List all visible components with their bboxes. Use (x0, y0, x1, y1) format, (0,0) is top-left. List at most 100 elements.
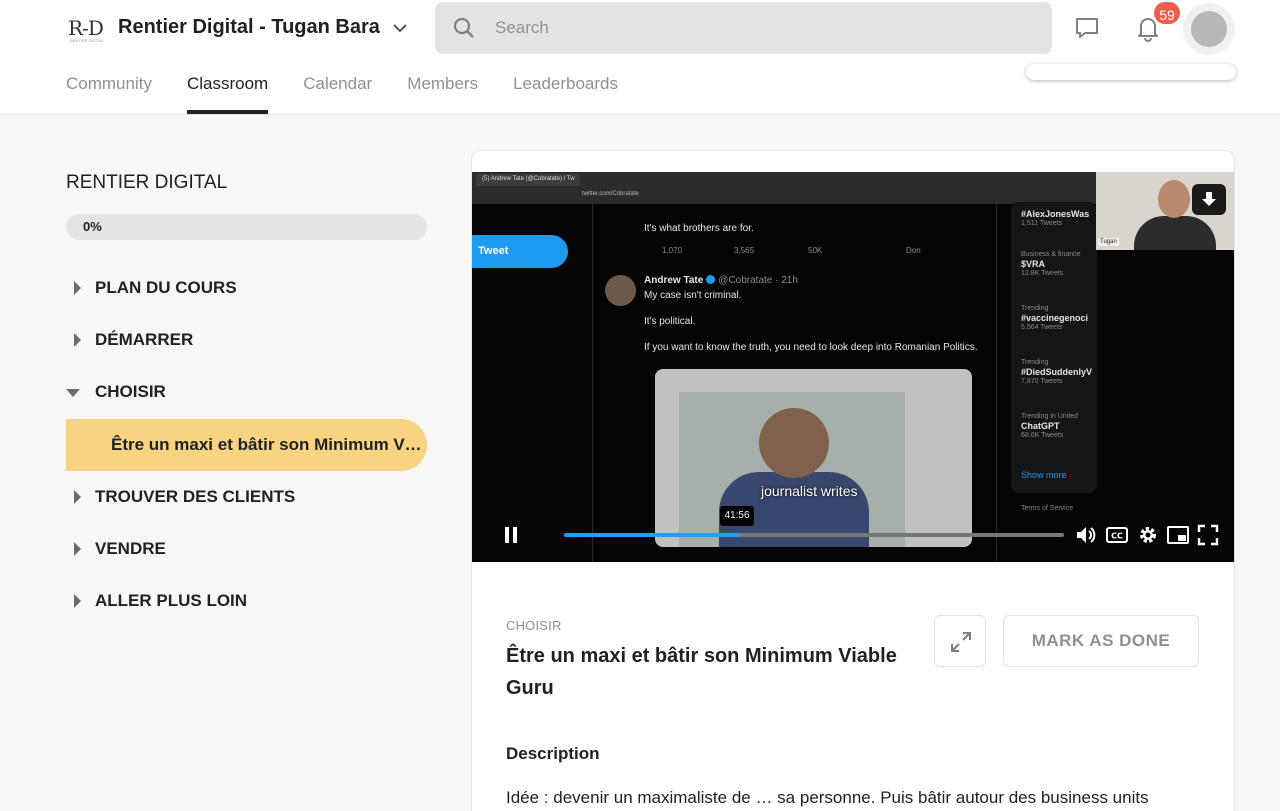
module-vendre[interactable]: VENDRE (66, 529, 427, 569)
trend-category: Business & finance (1021, 251, 1081, 258)
tweet-line: My case isn't criminal. (644, 290, 742, 301)
embedded-person-head (759, 408, 829, 478)
chevron-down-icon[interactable] (390, 18, 410, 38)
search-icon (453, 17, 474, 38)
tweet-line: It's political. (644, 316, 696, 327)
module-label: CHOISIR (95, 382, 166, 401)
trend-count: 7,870 Tweets (1021, 378, 1063, 385)
video-tweet-button: Tweet (472, 235, 568, 268)
caret-right-icon (74, 594, 81, 608)
trends-show-more: Show more (1021, 470, 1067, 480)
caret-right-icon (74, 333, 81, 347)
prev-tweet-replies: 1,070 (662, 246, 683, 255)
group-name[interactable]: Rentier Digital - Tugan Bara (118, 16, 380, 39)
tab-calendar[interactable]: Calendar (303, 62, 372, 114)
search-bar[interactable] (435, 2, 1052, 54)
feed-divider (592, 204, 593, 562)
module-demarrer[interactable]: DÉMARRER (66, 320, 427, 360)
tweet-author-name: Andrew Tate (644, 275, 704, 286)
picture-in-picture-icon[interactable] (1166, 523, 1190, 547)
module-trouver-des-clients[interactable]: TROUVER DES CLIENTS (66, 477, 427, 517)
video-browser-url: twitter.com/Cobratate (582, 191, 639, 197)
trend-tag: #vaccinegenoci (1021, 313, 1089, 323)
prev-tweet-text: It's what brothers are for. (644, 223, 754, 234)
search-input[interactable] (495, 12, 1035, 44)
webcam-person-body (1134, 216, 1216, 250)
terms-link: Terms of Service (1021, 505, 1074, 512)
course-progress-bar: 0% (66, 214, 427, 240)
video-subtitle: journalist writes (761, 483, 858, 499)
svg-text:CC: CC (1111, 532, 1123, 541)
avatar-tooltip (1026, 64, 1236, 80)
trend-count: 5,564 Tweets (1021, 324, 1063, 331)
tab-members[interactable]: Members (407, 62, 478, 114)
tab-leaderboards[interactable]: Leaderboards (513, 62, 618, 114)
volume-icon[interactable] (1074, 523, 1098, 547)
lesson-item-active[interactable]: Être un maxi et bâtir son Minimum Viable… (66, 419, 427, 471)
expand-icon (951, 632, 971, 652)
trend-item: #AlexJonesWas 1,511 Tweets (1021, 208, 1089, 227)
logo-text: R-D (68, 16, 104, 40)
trend-item: Trending #vaccinegenoci 5,564 Tweets (1021, 305, 1088, 331)
lesson-label: Être un maxi et bâtir son Minimum Viable… (111, 435, 423, 454)
mark-as-done-button[interactable]: MARK AS DONE (1003, 615, 1199, 667)
trend-tag: ChatGPT (1021, 421, 1060, 431)
caret-right-icon (74, 490, 81, 504)
prev-tweet-donate: Don (906, 246, 921, 255)
download-icon (1202, 192, 1216, 206)
video-player[interactable]: (5) Andrew Tate (@Cobratate) / Tw twitte… (472, 172, 1234, 562)
video-browser-bar: (5) Andrew Tate (@Cobratate) / Tw twitte… (472, 172, 1096, 204)
module-plan-du-cours[interactable]: PLAN DU COURS (66, 268, 427, 308)
tweet-author-avatar (605, 275, 636, 306)
settings-gear-icon[interactable] (1136, 523, 1160, 547)
top-header: R-D RENTIER DIGITAL Rentier Digital - Tu… (0, 0, 1280, 115)
trend-count: 1,511 Tweets (1021, 220, 1062, 227)
webcam-person-head (1158, 180, 1190, 218)
trend-category: Trending (1021, 359, 1049, 366)
prev-tweet-retweets: 3,565 (734, 246, 755, 255)
tweet-handle: @Cobratate · 21h (718, 275, 798, 286)
module-label: TROUVER DES CLIENTS (95, 487, 296, 506)
fullscreen-icon[interactable] (1196, 523, 1220, 547)
feed-divider (996, 204, 997, 562)
captions-icon[interactable]: CC (1105, 523, 1129, 547)
course-title: RENTIER DIGITAL (66, 172, 228, 193)
tab-classroom[interactable]: Classroom (186, 62, 269, 114)
caret-right-icon (74, 542, 81, 556)
video-browser-tab: (5) Andrew Tate (@Cobratate) / Tw (476, 174, 580, 186)
module-label: ALLER PLUS LOIN (95, 591, 248, 610)
tab-community[interactable]: Community (66, 62, 152, 114)
trends-panel: #AlexJonesWas 1,511 Tweets Business & fi… (1011, 202, 1097, 493)
expand-button[interactable] (934, 615, 986, 667)
module-aller-plus-loin[interactable]: ALLER PLUS LOIN (66, 581, 427, 621)
tweet-line: If you want to know the truth, you need … (644, 342, 978, 353)
verified-icon (706, 275, 716, 284)
pause-icon[interactable] (499, 523, 523, 547)
webcam-name: Tugan (1098, 238, 1119, 246)
trend-count: 68.6K Tweets (1021, 432, 1064, 439)
embedded-video-frame (679, 392, 905, 547)
group-logo[interactable]: R-D RENTIER DIGITAL (68, 16, 108, 43)
video-scrubber[interactable] (564, 533, 1064, 537)
lesson-module-label: CHOISIR (506, 618, 562, 633)
prev-tweet-likes: 50K (808, 246, 823, 255)
notification-badge: 59 (1152, 0, 1182, 26)
trend-count: 12.8K Tweets (1021, 270, 1064, 277)
trend-item: Trending #DiedSuddenlyV 7,870 Tweets (1021, 359, 1092, 385)
course-progress-label: 0% (83, 219, 102, 234)
chat-icon[interactable] (1073, 14, 1101, 42)
module-label: VENDRE (95, 539, 166, 558)
trend-item: Trending in United ChatGPT 68.6K Tweets (1021, 413, 1078, 439)
download-button[interactable] (1192, 184, 1226, 215)
caret-down-icon (66, 389, 80, 397)
avatar[interactable] (1183, 3, 1235, 55)
tweet-author: Andrew Tate @Cobratate · 21h (644, 275, 798, 286)
trend-tag: $VRA (1021, 259, 1046, 269)
trend-category: Trending (1021, 305, 1049, 312)
module-choisir[interactable]: CHOISIR (66, 372, 427, 412)
module-label: PLAN DU COURS (95, 278, 237, 297)
trend-tag: #AlexJonesWas (1021, 209, 1090, 219)
tweet-embedded-video (655, 369, 972, 547)
trend-category: Trending in United (1021, 413, 1078, 420)
module-label: DÉMARRER (95, 330, 194, 349)
